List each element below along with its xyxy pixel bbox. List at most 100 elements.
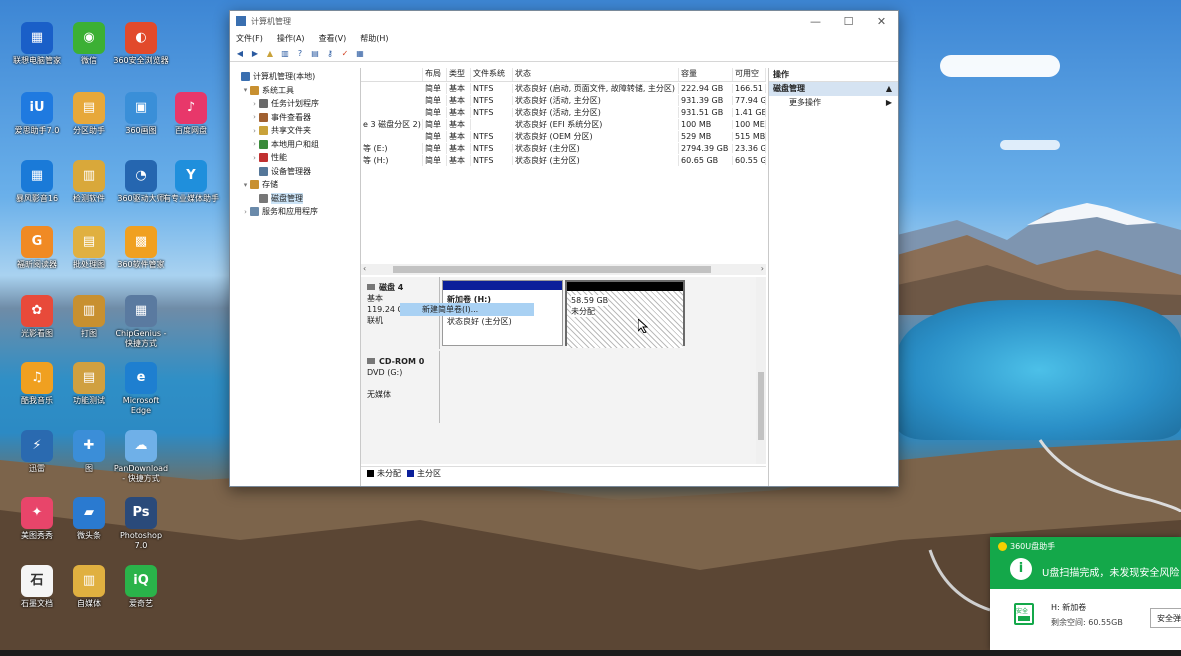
volume-row[interactable]: 等 (H:) 简单 基本 NTFS 状态良好 (主分区) 60.65 GB 60.55 G (361, 154, 766, 166)
desktop-icon[interactable]: ▥ 打图 (61, 295, 117, 339)
forward-arrow-icon[interactable]: ▶ (249, 47, 261, 59)
desktop-icon[interactable]: ▦ 联想电脑管家 (9, 22, 65, 66)
tree-item[interactable]: ▾ 存储 (230, 178, 360, 192)
col-filesystem[interactable]: 文件系统 (471, 68, 513, 81)
expand-arrow-icon[interactable]: › (250, 100, 259, 108)
menu-view[interactable]: 查看(V) (319, 33, 347, 44)
desktop-icon[interactable]: ▣ 360画图 (113, 92, 169, 136)
cdrom-info[interactable]: CD-ROM 0 DVD (G:) 无媒体 (361, 351, 440, 423)
desktop-icon[interactable]: ▰ 微头条 (61, 497, 117, 541)
tree-item[interactable]: 计算机管理(本地) (230, 70, 360, 84)
safe-eject-button[interactable]: 安全弹 (1150, 608, 1181, 628)
desktop-icon[interactable]: ▩ 360软件管家 (113, 226, 169, 270)
desktop-icon[interactable]: iQ 爱奇艺 (113, 565, 169, 609)
volume-row[interactable]: 简单 基本 NTFS 状态良好 (活动, 主分区) 931.51 GB 1.41 GE (361, 106, 766, 118)
desktop-icon[interactable]: ▦ ChipGenius - 快捷方式 (113, 295, 169, 349)
col-type[interactable]: 类型 (447, 68, 471, 81)
tree-item[interactable]: › 性能 (230, 151, 360, 165)
desktop-icon[interactable]: e Microsoft Edge (113, 362, 169, 416)
tree-item[interactable]: 磁盘管理 (230, 192, 360, 206)
col-free[interactable]: 可用空 (733, 68, 766, 81)
desktop-icon[interactable]: ◉ 微信 (61, 22, 117, 66)
expand-arrow-icon[interactable]: › (250, 113, 259, 121)
partition-unallocated[interactable]: 58.59 GB 未分配 (565, 280, 685, 348)
key-icon[interactable]: ⚷ (324, 47, 336, 59)
context-menu-new-simple-volume[interactable]: 新建简单卷(I)... (400, 303, 534, 316)
expand-arrow-icon[interactable]: › (250, 154, 259, 162)
scroll-thumb[interactable] (393, 266, 711, 273)
computer-management-window[interactable]: 计算机管理 — ☐ ✕ 文件(F) 操作(A) 查看(V) 帮助(H) ◀ ▶ … (229, 10, 899, 487)
scroll-left-icon[interactable]: ‹ (363, 264, 366, 273)
list-view-icon[interactable]: ▦ (354, 47, 366, 59)
tree-item[interactable]: › 服务和应用程序 (230, 205, 360, 219)
desktop-icon[interactable]: ✿ 光影看图 (9, 295, 65, 339)
desktop-icon[interactable]: ♪ 百度网盘 (163, 92, 219, 136)
actions-section-disk-management[interactable]: 磁盘管理 ▲ (769, 82, 898, 96)
mouse-cursor-icon (638, 319, 648, 333)
desktop-icon[interactable]: ◐ 360安全浏览器 (113, 22, 169, 66)
desktop-icon[interactable]: ♫ 酷我音乐 (9, 362, 65, 406)
expand-arrow-icon[interactable]: › (250, 127, 259, 135)
col-volume[interactable] (361, 68, 423, 81)
col-layout[interactable]: 布局 (423, 68, 447, 81)
menu-file[interactable]: 文件(F) (236, 33, 263, 44)
desktop-icon[interactable]: Y 有专业媒体助手 (163, 160, 219, 204)
menu-help[interactable]: 帮助(H) (360, 33, 388, 44)
tree-item[interactable]: › 事件查看器 (230, 111, 360, 125)
more-actions-item[interactable]: 更多操作 ▶ (769, 96, 898, 110)
expand-arrow-icon[interactable]: ▾ (241, 181, 250, 189)
taskbar[interactable] (0, 650, 1181, 656)
up-folder-icon[interactable]: ▲ (264, 47, 276, 59)
volume-row[interactable]: e 3 磁盘分区 2) 简单 基本 状态良好 (EFI 系统分区) 100 MB 100 … (361, 118, 766, 130)
volume-row[interactable]: 简单 基本 NTFS 状态良好 (OEM 分区) 529 MB 515 MB (361, 130, 766, 142)
usb-scan-notification[interactable]: 360U盘助手 i U盘扫描完成，未发现安全风险 安全 H: 新加卷 剩余空间:… (990, 537, 1181, 650)
app-icon: ♫ (21, 362, 53, 394)
col-status[interactable]: 状态 (513, 68, 679, 81)
vertical-scrollbar[interactable] (756, 277, 766, 464)
volume-row[interactable]: 简单 基本 NTFS 状态良好 (启动, 页面文件, 故障转储, 主分区) 222.94… (361, 82, 766, 94)
volume-row[interactable]: 等 (E:) 简单 基本 NTFS 状态良好 (主分区) 2794.39 GB 23.36 … (361, 142, 766, 154)
scroll-thumb[interactable] (758, 372, 764, 440)
desktop-icon[interactable]: ▤ 功能测试 (61, 362, 117, 406)
desktop-icon[interactable]: ⚡ 迅雷 (9, 430, 65, 474)
desktop-icon[interactable]: ▦ 暴风影音16 (9, 160, 65, 204)
volume-row[interactable]: 简单 基本 NTFS 状态良好 (活动, 主分区) 931.39 GB 77.94 G (361, 94, 766, 106)
properties-icon[interactable]: ▤ (309, 47, 321, 59)
desktop-icon-label: 分区助手 (73, 126, 105, 135)
tree-item[interactable]: › 共享文件夹 (230, 124, 360, 138)
horizontal-scrollbar[interactable]: ‹ › (361, 264, 766, 275)
title-bar[interactable]: 计算机管理 — ☐ ✕ (230, 11, 898, 31)
expand-arrow-icon[interactable]: ▾ (241, 86, 250, 94)
collapse-up-icon[interactable]: ▲ (886, 82, 898, 96)
close-button[interactable]: ✕ (865, 11, 898, 31)
menu-action[interactable]: 操作(A) (277, 33, 305, 44)
tree-item[interactable]: › 任务计划程序 (230, 97, 360, 111)
desktop-icon[interactable]: 石石墨文档 (9, 565, 65, 609)
check-icon[interactable]: ✓ (339, 47, 351, 59)
desktop-icon[interactable]: Ps Photoshop 7.0 (113, 497, 169, 551)
help-icon[interactable]: ? (294, 47, 306, 59)
minimize-button[interactable]: — (799, 11, 832, 31)
desktop-icon[interactable]: ▤ 批处理图 (61, 226, 117, 270)
desktop-icon[interactable]: ✚ 图 (61, 430, 117, 474)
desktop-icon[interactable]: ◔ 360驱动大师 (113, 160, 169, 204)
desktop-icon[interactable]: ▥ 检测软件 (61, 160, 117, 204)
desktop-icon[interactable]: ☁ PanDownload - 快捷方式 (113, 430, 169, 484)
col-capacity[interactable]: 容量 (679, 68, 733, 81)
tree-item[interactable]: › 本地用户和组 (230, 138, 360, 152)
expand-arrow-icon[interactable]: › (250, 140, 259, 148)
tree-item[interactable]: 设备管理器 (230, 165, 360, 179)
scroll-right-icon[interactable]: › (761, 264, 764, 273)
volume-cell: 基本 (447, 154, 471, 166)
maximize-button[interactable]: ☐ (832, 11, 865, 31)
console-tree-icon[interactable]: ▥ (279, 47, 291, 59)
back-arrow-icon[interactable]: ◀ (234, 47, 246, 59)
desktop-icon[interactable]: G 福昕阅读器 (9, 226, 65, 270)
desktop-icon[interactable]: iU 爱思助手7.0 (9, 92, 65, 136)
desktop-icon[interactable]: ▤ 分区助手 (61, 92, 117, 136)
desktop-icon[interactable]: ✦ 美图秀秀 (9, 497, 65, 541)
tree-item[interactable]: ▾ 系统工具 (230, 84, 360, 98)
desktop-icon-label: 360安全浏览器 (113, 56, 169, 65)
desktop-icon[interactable]: ▥ 自媒体 (61, 565, 117, 609)
expand-arrow-icon[interactable]: › (241, 208, 250, 216)
